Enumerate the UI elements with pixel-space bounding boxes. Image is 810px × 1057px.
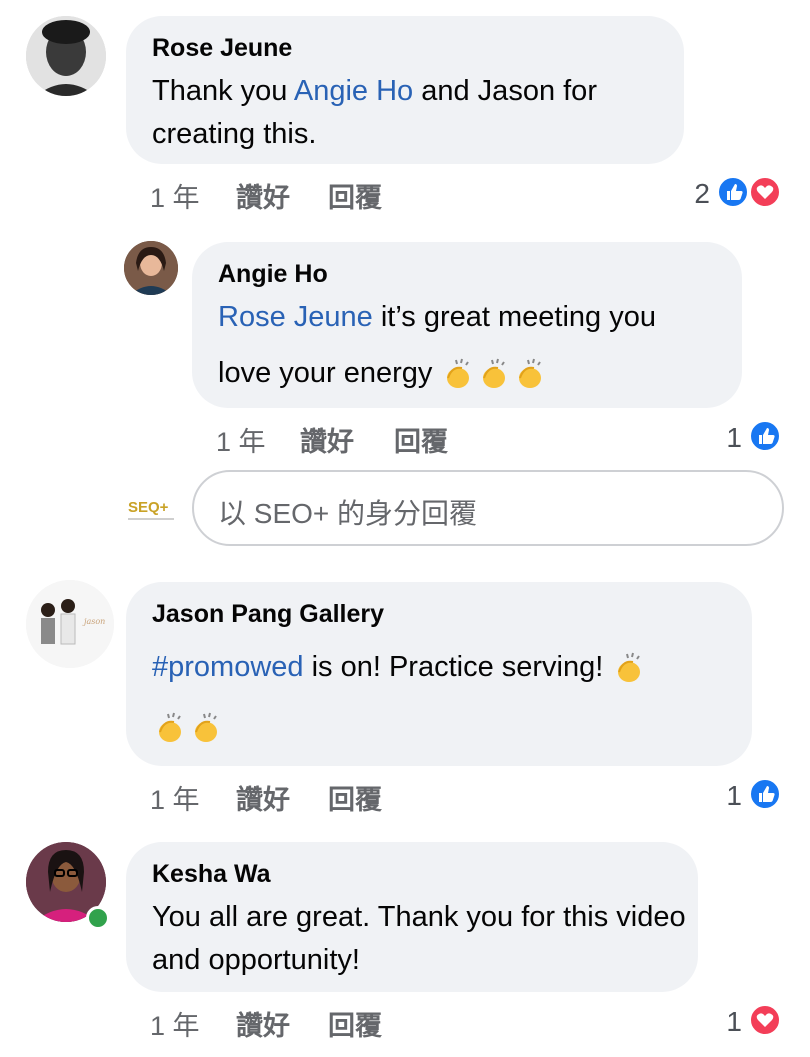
like-reaction-icon	[716, 175, 750, 209]
comment-time[interactable]: 1 年	[150, 176, 200, 215]
reaction-count[interactable]: 1	[712, 780, 742, 812]
comment-author[interactable]: Kesha Wa	[152, 860, 271, 889]
like-button[interactable]: 讚好	[300, 420, 354, 459]
reply-button[interactable]: 回覆	[328, 778, 382, 817]
love-reaction-icon	[748, 1003, 782, 1037]
online-status-indicator	[86, 906, 110, 930]
clapping-hands-icon	[159, 713, 181, 743]
reply-input[interactable]: 以 SEO+ 的身分回覆	[192, 470, 784, 546]
clapping-hands-icon	[483, 359, 506, 389]
like-button[interactable]: 讚好	[236, 1004, 290, 1043]
avatar-rose-jeune[interactable]	[26, 16, 106, 96]
comment-text: You all are great. Thank you for this vi…	[152, 901, 686, 976]
reply-button[interactable]: 回覆	[328, 1004, 382, 1043]
like-reaction-icon	[748, 777, 782, 811]
reply-button[interactable]: 回覆	[328, 176, 382, 215]
reply-placeholder: 以 SEO+ 的身分回覆	[218, 498, 478, 529]
page-avatar-seo-plus[interactable]: SEQ+	[124, 482, 178, 536]
comment-time[interactable]: 1 年	[216, 420, 266, 459]
avatar-jason-pang-gallery[interactable]: jason	[26, 580, 114, 668]
reaction-count[interactable]: 1	[712, 422, 742, 454]
comment-author[interactable]: Rose Jeune	[152, 34, 292, 63]
like-reaction-icon	[748, 419, 782, 453]
reaction-count[interactable]: 1	[712, 1006, 742, 1038]
love-reaction-icon	[748, 175, 782, 209]
seo-logo-text: SEQ+	[128, 499, 169, 516]
comment-emoji-line	[152, 706, 352, 749]
mention-link[interactable]: Angie Ho	[294, 75, 413, 107]
clapping-hands-icon	[447, 359, 470, 389]
mention-link[interactable]: Rose Jeune	[218, 301, 373, 333]
reaction-count[interactable]: 2	[680, 178, 710, 210]
comment-text-line2: love your energy	[218, 352, 733, 395]
clapping-hands-icon	[195, 713, 217, 743]
hashtag-link[interactable]: #promowed	[152, 651, 304, 683]
avatar-angie-ho[interactable]	[124, 241, 178, 295]
comment-text: Rose Jeune it’s great meeting you	[218, 301, 656, 333]
comment-time[interactable]: 1 年	[150, 1004, 200, 1043]
clapping-hands-icon	[519, 359, 542, 389]
comment-author[interactable]: Jason Pang Gallery	[152, 600, 384, 629]
clapping-hands-icon	[618, 653, 641, 683]
comment-author[interactable]: Angie Ho	[218, 260, 328, 289]
comment-text: #promowed is on! Practice serving!	[152, 646, 742, 689]
comment-text: Thank you Angie Ho and Jason for creatin…	[152, 75, 597, 150]
like-button[interactable]: 讚好	[236, 778, 290, 817]
reply-button[interactable]: 回覆	[394, 420, 448, 459]
svg-text:jason: jason	[82, 617, 105, 626]
comment-time[interactable]: 1 年	[150, 778, 200, 817]
like-button[interactable]: 讚好	[236, 176, 290, 215]
